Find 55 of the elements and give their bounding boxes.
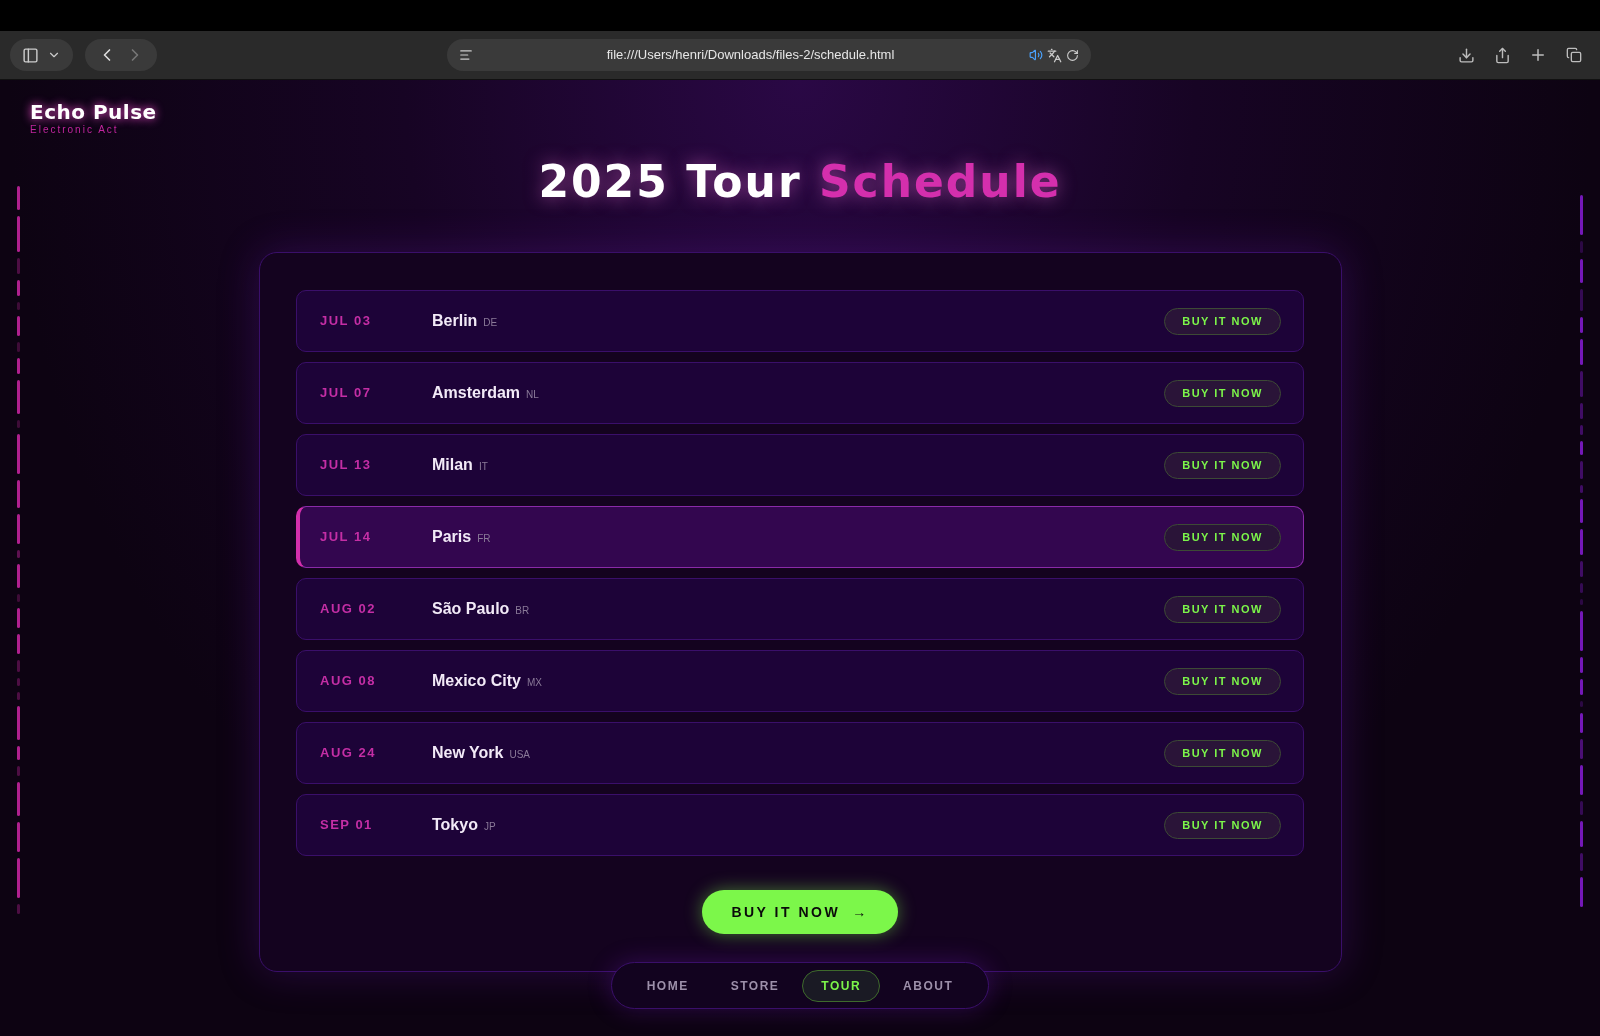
speaker-icon[interactable]	[1028, 48, 1043, 62]
city-name: Mexico City	[432, 671, 521, 691]
city-name: Tokyo	[432, 815, 478, 835]
tour-row[interactable]: AUG 24 New York USA BUY IT NOW	[296, 722, 1304, 784]
show-date: AUG 24	[320, 744, 377, 763]
buy-button[interactable]: BUY IT NOW	[1164, 595, 1281, 623]
nav-tab[interactable]: ABOUT	[884, 969, 973, 1002]
country-code: BR	[515, 604, 530, 618]
show-date: AUG 02	[320, 600, 377, 619]
brand-tagline: Electronic Act	[30, 124, 120, 136]
country-code: DE	[483, 316, 498, 330]
show-date: AUG 08	[320, 672, 377, 691]
address-bar[interactable]: file:///Users/henri/Downloads/files-2/schedule.html	[446, 39, 1091, 71]
country-code: USA	[509, 748, 530, 762]
buy-button[interactable]: BUY IT NOW	[1164, 739, 1281, 767]
country-code: JP	[483, 820, 496, 834]
tour-row[interactable]: AUG 02 São Paulo BR BUY IT NOW	[296, 578, 1304, 640]
brand-name: Echo Pulse	[30, 100, 157, 124]
buy-button[interactable]: BUY IT NOW	[1164, 811, 1281, 839]
tour-row[interactable]: SEP 01 Tokyo JP BUY IT NOW	[296, 794, 1304, 856]
reader-icon[interactable]	[458, 48, 473, 62]
buy-now-button[interactable]: BUY IT NOW →	[702, 890, 898, 934]
buy-button[interactable]: BUY IT NOW	[1164, 451, 1281, 479]
city-name: Amsterdam	[432, 383, 521, 403]
city-name: Paris	[432, 527, 472, 547]
show-date: JUL 07	[320, 384, 373, 403]
buy-button[interactable]: BUY IT NOW	[1164, 523, 1281, 551]
tour-row[interactable]: JUL 03 Berlin DE BUY IT NOW	[296, 290, 1304, 352]
city-name: Berlin	[432, 311, 478, 331]
nav-tab[interactable]: TOUR	[802, 969, 881, 1002]
country-code: IT	[478, 460, 488, 474]
show-date: JUL 03	[320, 312, 373, 331]
tour-row[interactable]: JUL 07 Amsterdam NL BUY IT NOW	[296, 362, 1304, 424]
translate-icon[interactable]	[1046, 47, 1062, 63]
buy-button[interactable]: BUY IT NOW	[1164, 667, 1281, 695]
tour-row[interactable]: JUL 14 Paris FR BUY IT NOW	[296, 506, 1304, 568]
sidebar-icon[interactable]	[22, 46, 39, 64]
country-code: NL	[526, 388, 539, 402]
tour-row[interactable]: AUG 08 Mexico City MX BUY IT NOW	[296, 650, 1304, 712]
buy-button[interactable]: BUY IT NOW	[1164, 379, 1281, 407]
city-name: New York	[432, 743, 504, 763]
city-name: Milan	[432, 455, 473, 475]
country-code: FR	[477, 532, 491, 546]
reload-icon[interactable]	[1065, 48, 1079, 62]
buy-button[interactable]: BUY IT NOW	[1164, 307, 1281, 335]
url-text: file:///Users/henri/Downloads/files-2/schedule.html	[605, 46, 896, 65]
city-name: São Paulo	[432, 599, 510, 619]
show-date: JUL 14	[320, 528, 373, 547]
country-code: MX	[526, 676, 542, 690]
nav-tab[interactable]: STORE	[711, 969, 799, 1002]
page-title: 2025 Tour Schedule	[538, 155, 1062, 209]
show-date: JUL 13	[320, 456, 373, 475]
tour-row[interactable]: JUL 13 Milan IT BUY IT NOW	[296, 434, 1304, 496]
show-date: SEP 01	[320, 816, 374, 835]
nav-tab[interactable]: HOME	[627, 969, 708, 1002]
